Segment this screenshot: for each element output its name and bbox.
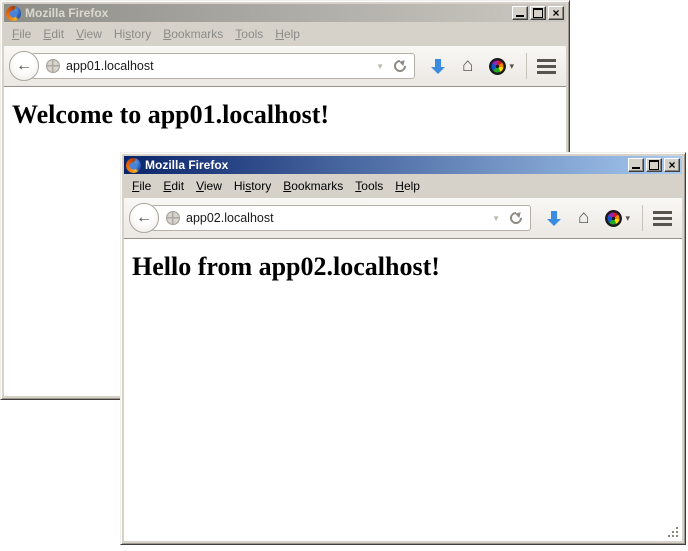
menu-help[interactable]: Help [269,25,306,43]
maximize-button[interactable] [646,158,662,172]
lens-caret-icon: ▾ [509,61,514,72]
home-icon[interactable]: ⌂ [578,208,589,227]
minimize-icon [516,15,524,17]
globe-site-icon[interactable] [46,59,60,73]
menu-file[interactable]: File [126,177,157,195]
back-arrow-icon: ← [136,209,152,227]
menu-tools[interactable]: Tools [229,25,269,43]
maximize-icon [533,8,543,18]
menu-bar: File Edit View History Bookmarks Tools H… [4,22,566,46]
page-heading: Welcome to app01.localhost! [4,87,566,130]
menu-edit[interactable]: Edit [37,25,70,43]
menu-history[interactable]: History [228,177,277,195]
firefox-logo-icon[interactable] [6,6,21,21]
url-text[interactable]: app01.localhost [66,59,370,73]
minimize-button[interactable] [512,6,528,20]
firefox-logo-icon[interactable] [126,158,141,173]
url-text[interactable]: app02.localhost [186,211,486,225]
toolbar-separator [642,205,643,231]
titlebar[interactable]: Mozilla Firefox × [124,156,682,174]
maximize-button[interactable] [530,6,546,20]
window-title: Mozilla Firefox [25,6,508,20]
menu-view[interactable]: View [70,25,108,43]
home-icon[interactable]: ⌂ [462,56,473,75]
downloads-icon[interactable] [431,59,445,74]
lens-icon [605,210,622,227]
menu-view[interactable]: View [190,177,228,195]
menu-history[interactable]: History [108,25,157,43]
window-controls: × [628,158,680,172]
menu-hamburger-icon[interactable] [537,59,556,74]
navigation-toolbar: ← app02.localhost ▼ ⌂ ▾ [124,198,682,239]
page-heading: Hello from app02.localhost! [124,239,682,282]
minimize-icon [632,167,640,169]
addon-lens-button[interactable]: ▾ [605,210,630,227]
close-icon: × [552,7,559,19]
back-button[interactable]: ← [9,51,39,81]
close-button[interactable]: × [548,6,564,20]
urlbar-dropdown-icon[interactable]: ▼ [376,62,384,71]
resize-grip[interactable] [666,525,680,539]
back-button[interactable]: ← [129,203,159,233]
close-button[interactable]: × [664,158,680,172]
window-title: Mozilla Firefox [145,158,624,172]
menu-hamburger-icon[interactable] [653,211,672,226]
lens-caret-icon: ▾ [625,213,630,224]
addon-lens-button[interactable]: ▾ [489,58,514,75]
back-arrow-icon: ← [16,57,32,75]
downloads-icon[interactable] [547,211,561,226]
menu-bookmarks[interactable]: Bookmarks [157,25,229,43]
menu-bar: File Edit View History Bookmarks Tools H… [124,174,682,198]
window-controls: × [512,6,564,20]
menu-bookmarks[interactable]: Bookmarks [277,177,349,195]
lens-icon [489,58,506,75]
toolbar-separator [526,53,527,79]
maximize-icon [649,160,659,170]
menu-file[interactable]: File [6,25,37,43]
menu-tools[interactable]: Tools [349,177,389,195]
close-icon: × [668,159,675,171]
firefox-window-app02: Mozilla Firefox × File Edit View History… [120,152,686,545]
page-content: Hello from app02.localhost! [124,239,682,541]
url-bar[interactable]: app01.localhost ▼ [31,53,415,79]
menu-help[interactable]: Help [389,177,426,195]
globe-site-icon[interactable] [166,211,180,225]
urlbar-dropdown-icon[interactable]: ▼ [492,214,500,223]
minimize-button[interactable] [628,158,644,172]
menu-edit[interactable]: Edit [157,177,190,195]
reload-icon[interactable] [392,58,408,74]
reload-icon[interactable] [508,210,524,226]
navigation-toolbar: ← app01.localhost ▼ ⌂ ▾ [4,46,566,87]
url-bar[interactable]: app02.localhost ▼ [151,205,531,231]
titlebar[interactable]: Mozilla Firefox × [4,4,566,22]
